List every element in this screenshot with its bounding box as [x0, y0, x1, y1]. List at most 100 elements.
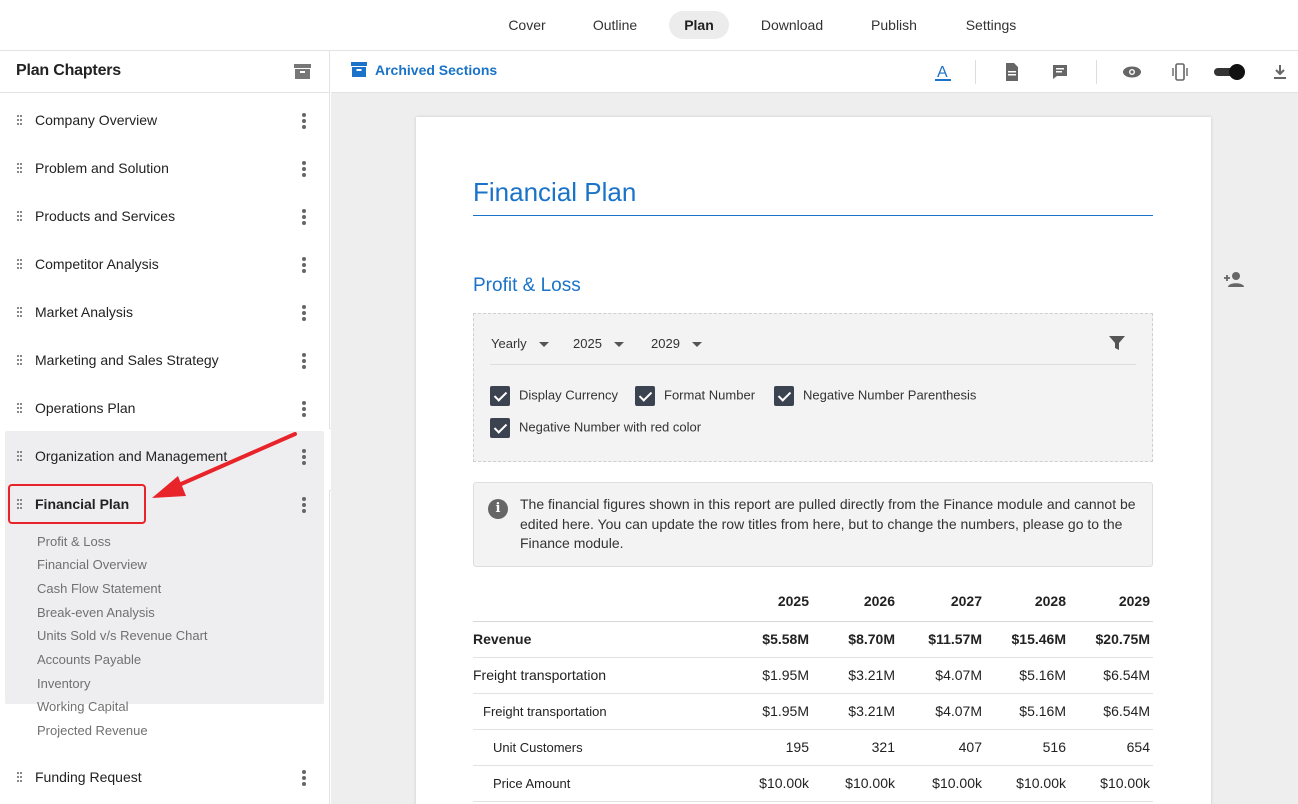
tab-cover[interactable]: Cover: [496, 11, 558, 39]
section-title[interactable]: Profit & Loss: [473, 275, 581, 297]
toolbar-divider: [975, 60, 976, 84]
subsection-inventory[interactable]: Inventory: [37, 676, 90, 691]
sidebar-chapter[interactable]: Products and Services: [0, 193, 330, 241]
filter-icon[interactable]: [1108, 334, 1126, 352]
more-options-icon[interactable]: [300, 400, 308, 418]
archived-sections-label: Archived Sections: [375, 62, 498, 78]
period-select[interactable]: Yearly: [491, 336, 549, 351]
editor-toolbar: Archived Sections A: [331, 51, 1298, 93]
checkbox-checked-icon: [774, 386, 794, 406]
drag-handle-icon[interactable]: [17, 115, 23, 127]
display-currency-checkbox[interactable]: Display Currency: [490, 386, 618, 406]
checkbox-checked-icon: [490, 386, 510, 406]
row-title-cell[interactable]: Freight transportation: [473, 693, 722, 730]
text-color-icon[interactable]: A: [933, 62, 953, 82]
value-cell: $15.46M: [985, 621, 1069, 658]
subsection-units-sold-revenue-chart[interactable]: Units Sold v/s Revenue Chart: [37, 628, 208, 643]
column-header: 2027: [898, 582, 985, 622]
more-options-icon[interactable]: [300, 208, 308, 226]
column-header: [473, 582, 722, 622]
more-options-icon[interactable]: [300, 256, 308, 274]
start-year-select[interactable]: 2025: [573, 336, 624, 351]
sidebar-chapter[interactable]: Funding Request: [0, 754, 330, 802]
value-cell: 654: [1069, 729, 1153, 766]
table-row: Revenue $5.58M $8.70M $11.57M $15.46M $20.75M: [473, 621, 1153, 658]
more-options-icon[interactable]: [300, 448, 308, 466]
sidebar-chapter[interactable]: Marketing and Sales Strategy: [0, 337, 330, 385]
subsection-projected-revenue[interactable]: Projected Revenue: [37, 723, 148, 738]
table-row: Price Amount $10.00k $10.00k $10.00k $10.00k…: [473, 765, 1153, 802]
chevron-down-icon: [691, 342, 702, 348]
drag-handle-icon[interactable]: [17, 403, 23, 415]
info-icon: i: [488, 499, 508, 519]
tab-download[interactable]: Download: [750, 11, 834, 39]
drag-handle-icon[interactable]: [17, 163, 23, 175]
more-options-icon[interactable]: [300, 112, 308, 130]
top-navigation: Cover Outline Plan Download Publish Sett…: [0, 0, 1298, 51]
more-options-icon[interactable]: [300, 352, 308, 370]
drag-handle-icon[interactable]: [17, 259, 23, 271]
comment-icon[interactable]: [1050, 62, 1070, 82]
filter-divider: [490, 364, 1136, 365]
info-notice: i The financial figures shown in this re…: [473, 482, 1153, 567]
sidebar-chapter[interactable]: Competitor Analysis: [0, 241, 330, 289]
value-cell: $10.00k: [812, 765, 898, 802]
more-options-icon[interactable]: [300, 304, 308, 322]
row-title-cell[interactable]: Revenue: [473, 621, 722, 658]
row-title-cell[interactable]: Unit Customers: [473, 729, 722, 766]
sidebar-chapter[interactable]: Market Analysis: [0, 289, 330, 337]
value-cell: $11.57M: [898, 621, 985, 658]
device-preview-icon[interactable]: [1170, 62, 1190, 82]
toggle-switch[interactable]: [1212, 63, 1246, 81]
value-cell: $4.07M: [898, 693, 985, 730]
document-title[interactable]: Financial Plan: [473, 177, 636, 208]
negative-parenthesis-checkbox[interactable]: Negative Number Parenthesis: [774, 386, 976, 406]
drag-handle-icon[interactable]: [17, 355, 23, 367]
sidebar-chapter[interactable]: Company Overview: [0, 97, 330, 145]
checkbox-label: Display Currency: [519, 387, 618, 403]
download-icon[interactable]: [1270, 62, 1290, 82]
subsection-break-even-analysis[interactable]: Break-even Analysis: [37, 605, 155, 620]
tab-plan[interactable]: Plan: [669, 11, 729, 39]
negative-red-checkbox[interactable]: Negative Number with red color: [490, 418, 701, 438]
end-year-select[interactable]: 2029: [651, 336, 702, 351]
subsection-working-capital[interactable]: Working Capital: [37, 699, 129, 714]
info-text: The financial figures shown in this repo…: [520, 496, 1136, 551]
drag-handle-icon[interactable]: [17, 307, 23, 319]
subsection-accounts-payable[interactable]: Accounts Payable: [37, 652, 141, 667]
row-title-cell[interactable]: Price Amount: [473, 765, 722, 802]
subsection-financial-overview[interactable]: Financial Overview: [37, 557, 147, 572]
tab-publish[interactable]: Publish: [858, 11, 930, 39]
tab-outline[interactable]: Outline: [580, 11, 650, 39]
eye-icon[interactable]: [1122, 62, 1142, 82]
subsection-cash-flow-statement[interactable]: Cash Flow Statement: [37, 581, 161, 596]
start-year-value: 2025: [573, 336, 602, 351]
more-options-icon[interactable]: [300, 160, 308, 178]
more-options-icon[interactable]: [300, 496, 308, 514]
document-page: Financial Plan Profit & Loss Yearly 2025…: [416, 117, 1211, 804]
chapter-label: Company Overview: [35, 112, 158, 128]
sidebar-chapter[interactable]: Operations Plan: [0, 385, 330, 433]
column-header: 2028: [985, 582, 1069, 622]
filter-panel: Yearly 2025 2029 Display Currency Format…: [473, 313, 1153, 462]
add-collaborator-icon[interactable]: [1224, 271, 1244, 287]
document-icon[interactable]: [1002, 62, 1022, 82]
tab-settings[interactable]: Settings: [955, 11, 1027, 39]
chevron-down-icon: [613, 342, 624, 348]
chevron-down-icon: [538, 342, 549, 348]
drag-handle-icon[interactable]: [17, 772, 23, 784]
annotation-arrow-icon: [152, 432, 297, 498]
value-cell: $8.70M: [812, 621, 898, 658]
archive-icon[interactable]: [294, 64, 311, 79]
more-options-icon[interactable]: [300, 769, 308, 787]
sidebar-chapter[interactable]: Problem and Solution: [0, 145, 330, 193]
value-cell: $3.21M: [812, 657, 898, 694]
subsection-profit-loss[interactable]: Profit & Loss: [37, 534, 111, 549]
drag-handle-icon[interactable]: [17, 451, 23, 463]
format-number-checkbox[interactable]: Format Number: [635, 386, 755, 406]
drag-handle-icon[interactable]: [17, 211, 23, 223]
value-cell: $5.16M: [985, 693, 1069, 730]
row-title-cell[interactable]: Freight transportation: [473, 657, 722, 694]
value-cell: $6.54M: [1069, 693, 1153, 730]
archived-sections-button[interactable]: Archived Sections: [351, 62, 497, 78]
